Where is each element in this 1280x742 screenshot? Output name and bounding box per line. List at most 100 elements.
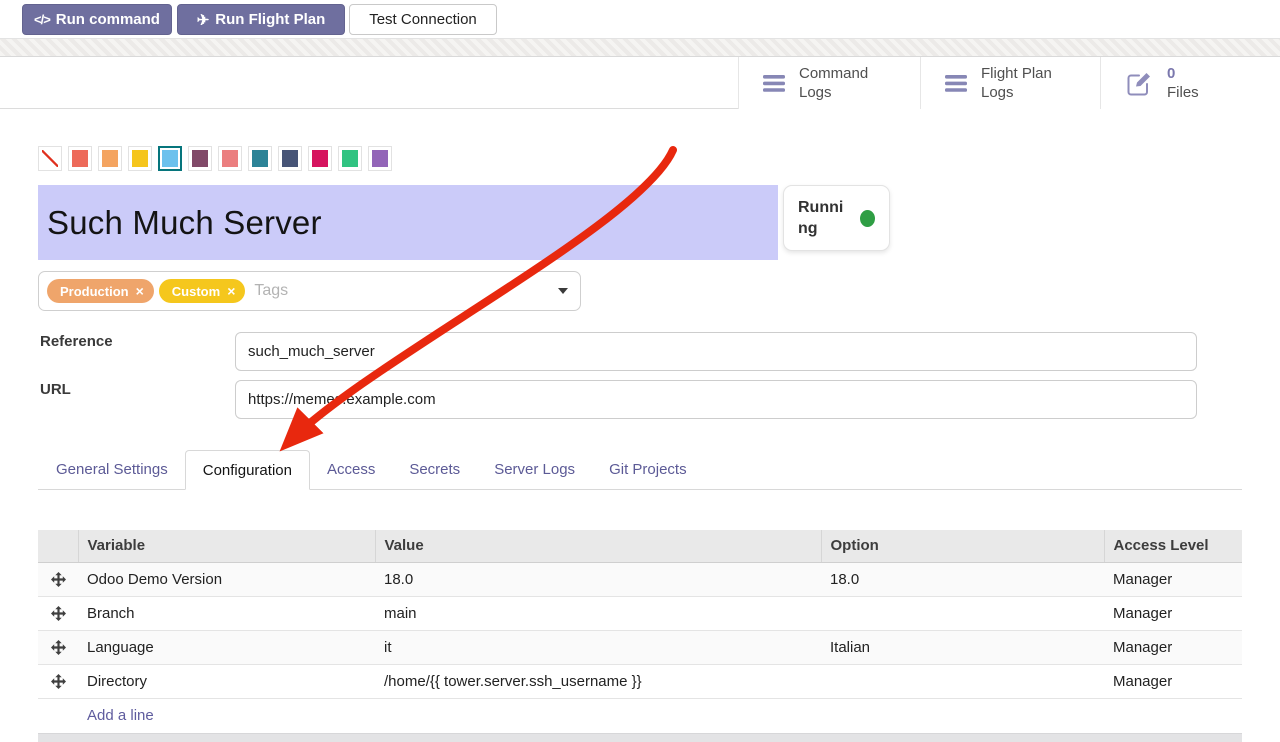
drag-handle-icon	[51, 674, 66, 689]
background-hatch-band	[0, 38, 1280, 57]
column-header-value[interactable]: Value	[375, 530, 821, 562]
tab-configuration[interactable]: Configuration	[185, 450, 310, 490]
tag-production-label: Production	[60, 284, 129, 299]
url-input[interactable]	[235, 380, 1197, 419]
color-fill	[312, 150, 328, 167]
cell-access-level[interactable]: Manager	[1104, 562, 1242, 596]
column-header-option[interactable]: Option	[821, 530, 1104, 562]
color-fill	[192, 150, 208, 167]
cell-access-level[interactable]: Manager	[1104, 630, 1242, 664]
cell-option[interactable]: Italian	[821, 630, 1104, 664]
notebook-tabs: General Settings Configuration Access Se…	[38, 450, 1242, 490]
top-toolbar: </> Run command ✈ Run Flight Plan Test C…	[0, 0, 1280, 38]
cell-value[interactable]: 18.0	[375, 562, 821, 596]
drag-handle[interactable]	[38, 596, 78, 630]
test-connection-button[interactable]: Test Connection	[349, 4, 497, 35]
record-title-field[interactable]: Such Much Server	[38, 185, 778, 260]
table-row: Branch main Manager	[38, 596, 1242, 630]
swatch-cyan-selected[interactable]	[158, 146, 182, 171]
swatch-salmon[interactable]	[218, 146, 242, 171]
swatch-teal[interactable]	[248, 146, 272, 171]
cell-value[interactable]: main	[375, 596, 821, 630]
swatch-raspberry[interactable]	[308, 146, 332, 171]
files-count: 0	[1167, 65, 1175, 82]
chevron-down-icon[interactable]	[558, 288, 568, 294]
cell-value[interactable]: /home/{{ tower.server.ssh_username }}	[375, 664, 821, 698]
tags-placeholder: Tags	[254, 282, 553, 300]
cell-value[interactable]: it	[375, 630, 821, 664]
drag-handle[interactable]	[38, 630, 78, 664]
record-header: Command Logs Flight Plan Logs 0 Files	[0, 57, 1280, 109]
color-fill	[222, 150, 238, 167]
cell-variable[interactable]: Branch	[78, 596, 375, 630]
flight-plan-logs-label: Flight Plan Logs	[981, 64, 1067, 102]
status-label: Running	[798, 197, 850, 239]
column-header-access-level[interactable]: Access Level	[1104, 530, 1242, 562]
swatch-violet[interactable]	[368, 146, 392, 171]
color-fill	[132, 150, 148, 167]
drag-handle[interactable]	[38, 664, 78, 698]
run-command-label: Run command	[56, 11, 160, 28]
status-badge[interactable]: Running	[783, 185, 890, 251]
tag-remove-icon[interactable]: ×	[136, 284, 144, 298]
color-palette	[38, 146, 392, 171]
drag-handle-icon	[51, 572, 66, 587]
flight-plan-logs-button[interactable]: Flight Plan Logs	[920, 57, 1100, 109]
table-row: Odoo Demo Version 18.0 18.0 Manager	[38, 562, 1242, 596]
swatch-no-color[interactable]	[38, 146, 62, 171]
cell-access-level[interactable]: Manager	[1104, 664, 1242, 698]
color-fill	[282, 150, 298, 167]
cell-variable[interactable]: Directory	[78, 664, 375, 698]
swatch-navy[interactable]	[278, 146, 302, 171]
tag-remove-icon[interactable]: ×	[227, 284, 235, 298]
drag-handle[interactable]	[38, 562, 78, 596]
no-color-strike-icon	[42, 150, 58, 167]
configuration-table: Variable Value Option Access Level Odoo …	[38, 530, 1242, 732]
tags-field[interactable]: Production × Custom × Tags	[38, 271, 581, 311]
cell-option[interactable]	[821, 664, 1104, 698]
add-line-spacer	[38, 698, 78, 732]
tab-access[interactable]: Access	[310, 450, 392, 489]
reference-input[interactable]	[235, 332, 1197, 371]
tag-custom-label: Custom	[172, 284, 220, 299]
cell-option[interactable]	[821, 596, 1104, 630]
color-fill	[342, 150, 358, 167]
handle-column-header	[38, 530, 78, 562]
swatch-orange[interactable]	[98, 146, 122, 171]
drag-handle-icon	[51, 606, 66, 621]
url-label: URL	[40, 381, 71, 398]
status-green-dot-icon	[860, 210, 875, 227]
swatch-red[interactable]	[68, 146, 92, 171]
swatch-green[interactable]	[338, 146, 362, 171]
tab-git-projects[interactable]: Git Projects	[592, 450, 704, 489]
run-flight-plan-button[interactable]: ✈ Run Flight Plan	[177, 4, 345, 35]
swatch-purple[interactable]	[188, 146, 212, 171]
cell-access-level[interactable]: Manager	[1104, 596, 1242, 630]
tag-custom[interactable]: Custom ×	[159, 279, 246, 303]
swatch-yellow[interactable]	[128, 146, 152, 171]
table-row: Directory /home/{{ tower.server.ssh_user…	[38, 664, 1242, 698]
list-icon	[945, 75, 967, 92]
files-label: Files	[1167, 84, 1199, 101]
server-form-page: </> Run command ✈ Run Flight Plan Test C…	[0, 0, 1280, 742]
cell-variable[interactable]: Language	[78, 630, 375, 664]
files-button[interactable]: 0 Files	[1100, 57, 1280, 109]
color-fill	[102, 150, 118, 167]
add-line-row: Add a line	[38, 698, 1242, 732]
test-connection-label: Test Connection	[369, 11, 477, 28]
tab-server-logs[interactable]: Server Logs	[477, 450, 592, 489]
color-fill	[162, 150, 178, 167]
tab-general-settings[interactable]: General Settings	[39, 450, 185, 489]
tab-secrets[interactable]: Secrets	[392, 450, 477, 489]
cell-option[interactable]: 18.0	[821, 562, 1104, 596]
add-a-line-link[interactable]: Add a line	[78, 698, 1242, 732]
run-command-button[interactable]: </> Run command	[22, 4, 172, 35]
drag-handle-icon	[51, 640, 66, 655]
command-logs-button[interactable]: Command Logs	[738, 57, 920, 109]
table-footer-strip	[38, 733, 1242, 742]
column-header-variable[interactable]: Variable	[78, 530, 375, 562]
list-icon	[763, 75, 785, 92]
tag-production[interactable]: Production ×	[47, 279, 154, 303]
cell-variable[interactable]: Odoo Demo Version	[78, 562, 375, 596]
code-icon: </>	[34, 12, 50, 27]
